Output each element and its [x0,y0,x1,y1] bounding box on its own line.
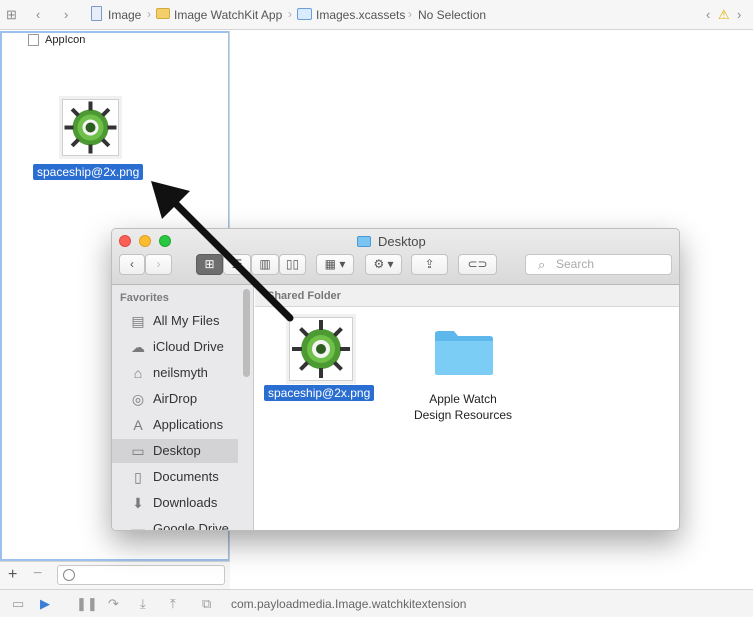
finder-forward-button[interactable]: › [145,254,172,275]
search-icon: ⌕ [538,257,546,272]
sidebar-item-google-drive[interactable]: ▬ Google Drive [112,517,238,531]
breadcrumb-item-xcassets[interactable]: Images.xcassets [316,8,405,22]
view-hierarchy-icon[interactable]: ⧉ [202,596,211,612]
forward-arrow-icon[interactable]: › [64,7,68,23]
column-view-button[interactable]: ▥ [251,254,279,275]
pause-icon[interactable]: ❚❚ [76,596,98,612]
desktop-icon: ▭ [131,443,145,459]
sidebar-item-home[interactable]: ⌂ neilsmyth [112,361,238,385]
zoom-window-button[interactable] [159,235,171,247]
step-out-icon[interactable]: ⤒ [170,596,176,612]
step-into-icon[interactable]: ⤓ [140,596,146,612]
close-window-button[interactable] [119,235,131,247]
sidebar-item-label: Desktop [153,443,201,458]
sidebar-item-label: Google Drive [153,521,229,531]
folder-label[interactable]: Apple Watch Design Resources [398,391,528,423]
finder-file-thumbnail[interactable] [289,317,353,381]
related-items-icon[interactable]: ⊞ [6,7,17,23]
arrange-menu-button[interactable]: ▦ ▾ [316,254,354,275]
cover-flow-button[interactable]: ▯▯ [279,254,306,275]
sidebar-item-label: neilsmyth [153,365,208,380]
folder-label-line1: Apple Watch [429,392,497,406]
sidebar-item-label: iCloud Drive [153,339,224,354]
search-placeholder: Search [556,257,595,271]
finder-window[interactable]: Desktop ‹ › ⊞ ☰ ▥ ▯▯ ▦ ▾ ⚙ ▾ ⇪ ⊂⊃ ⌕ Sear… [111,228,680,531]
minimize-window-button[interactable] [139,235,151,247]
list-view-button[interactable]: ☰ [223,254,251,275]
icon-view-button[interactable]: ⊞ [196,254,223,275]
next-issue-icon[interactable]: › [737,7,741,23]
remove-icon[interactable]: − [33,565,42,583]
all-files-icon: ▤ [131,313,145,329]
filter-input[interactable] [57,565,225,585]
breadcrumb-item-selection[interactable]: No Selection [418,8,486,22]
filter-icon [63,569,75,581]
sidebar-item-documents[interactable]: ▯ Documents [112,465,238,489]
finder-window-title: Desktop [378,234,426,249]
sidebar-item-airdrop[interactable]: ◎ AirDrop [112,387,238,411]
airdrop-icon: ◎ [131,391,145,407]
breakpoints-icon[interactable]: ▶ [40,596,50,612]
folder-icon[interactable] [434,328,494,376]
desktop-folder-icon [357,236,371,247]
sidebar-item-all-my-files[interactable]: ▤ All My Files [112,309,238,333]
asset-catalog-icon [297,8,312,20]
chevron-right-icon: › [408,7,412,21]
debug-target-label: com.payloadmedia.Image.watchkitextension [231,597,467,611]
back-arrow-icon[interactable]: ‹ [36,7,40,23]
documents-icon: ▯ [134,469,142,485]
sidebar-item-label: All My Files [153,313,220,328]
sidebar-item-icloud-drive[interactable]: ☁ iCloud Drive [112,335,238,359]
sidebar-item-label: Downloads [153,495,218,510]
spaceship-image-icon [292,320,350,378]
finder-back-button[interactable]: ‹ [119,254,145,275]
sidebar-item-label: AirDrop [153,391,198,406]
previous-issue-icon[interactable]: ‹ [706,7,710,23]
finder-search-input[interactable]: ⌕ Search [525,254,672,275]
breadcrumb-item-image[interactable]: Image [108,8,141,22]
folder-icon: ▬ [131,521,145,531]
applications-icon: A [133,417,143,433]
sidebar-scrollbar[interactable] [243,289,250,377]
folder-icon [156,8,170,19]
sidebar-item-label: Applications [153,417,224,432]
dropped-image-label[interactable]: spaceship@2x.png [33,164,144,180]
jump-bar: ⊞ ‹ › Image › Image WatchKit App › Image… [0,0,753,30]
shared-folder-header: Shared Folder [267,290,341,302]
tags-button[interactable]: ⊂⊃ [458,254,497,275]
folder-label-line2: Design Resources [413,408,513,422]
appicon-thumbnail[interactable] [28,34,39,46]
finder-file-label[interactable]: spaceship@2x.png [264,385,375,401]
cloud-icon: ☁ [131,339,145,355]
share-button[interactable]: ⇪ [411,254,448,275]
warning-icon[interactable]: ⚠ [718,7,730,23]
sidebar-item-label: Documents [153,469,219,484]
finder-toolbar: Desktop ‹ › ⊞ ☰ ▥ ▯▯ ▦ ▾ ⚙ ▾ ⇪ ⊂⊃ ⌕ Sear… [112,229,679,285]
step-over-icon[interactable]: ↷ [108,596,119,612]
sidebar-item-applications[interactable]: A Applications [112,413,238,437]
hide-debug-area-icon[interactable]: ▭ [12,596,24,612]
sidebar-item-downloads[interactable]: ⬇ Downloads [112,491,238,515]
dropped-image-thumbnail[interactable] [62,99,119,156]
appicon-label[interactable]: AppIcon [45,34,85,46]
chevron-right-icon: › [147,7,151,21]
sidebar-item-desktop[interactable]: ▭ Desktop [112,439,238,463]
add-icon[interactable]: + [8,566,17,584]
project-file-icon [91,6,102,21]
home-icon: ⌂ [133,365,143,381]
downloads-icon: ⬇ [132,495,144,511]
chevron-right-icon: › [288,7,292,21]
spaceship-image-icon [64,101,117,154]
action-menu-button[interactable]: ⚙ ▾ [365,254,402,275]
favorites-header: Favorites [120,292,169,304]
breadcrumb-item-watchkit-app[interactable]: Image WatchKit App [174,8,282,22]
